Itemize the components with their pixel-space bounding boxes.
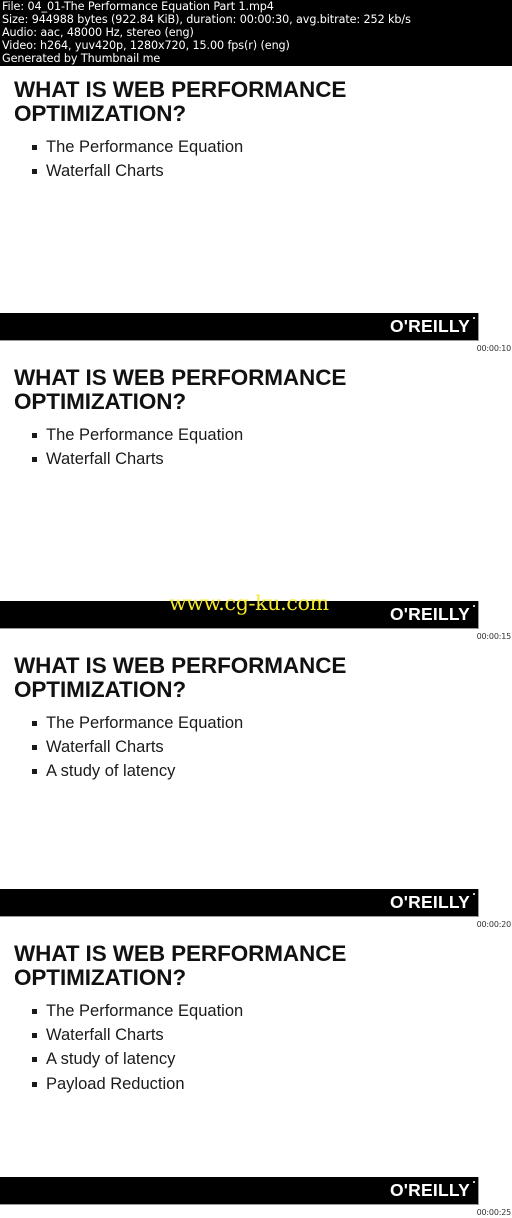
bullet-item: A study of latency [31,761,243,785]
bullet-list: The Performance Equation Waterfall Chart… [31,137,243,185]
bullet-text: A study of latency [46,1050,176,1069]
slide-title-line-1: WHAT IS WEB PERFORMANCE [14,653,347,678]
audio-info-line: Audio: aac, 48000 Hz, stereo (eng) [2,26,194,39]
bullet-text: The Performance Equation [46,1002,244,1020]
bullet-item: Waterfall Charts [31,737,243,761]
bullet-square-icon [32,745,37,751]
frame-timestamp: 00:00:20 [476,920,512,929]
bullet-text: The Performance Equation [46,138,244,156]
slide-title-line-1: WHAT IS WEB PERFORMANCE [14,77,347,102]
bullet-item: Waterfall Charts [31,449,243,473]
logo-text: O'REILLY [390,1180,470,1200]
trademark-icon [473,893,475,895]
frame-timestamp: 00:00:15 [476,632,512,641]
bullet-item: Waterfall Charts [31,161,243,185]
thumbnail-frame-1: WHAT IS WEB PERFORMANCE OPTIMIZATION? Th… [0,66,512,354]
trademark-icon [473,317,475,319]
bullet-list: The Performance Equation Waterfall Chart… [31,713,243,786]
slide-title-line-2: OPTIMIZATION? [14,677,187,702]
bullet-square-icon [32,1081,37,1087]
bullet-square-icon [32,169,37,175]
slide-title-line-1: WHAT IS WEB PERFORMANCE [14,365,347,390]
thumbnail-frame-4: WHAT IS WEB PERFORMANCE OPTIMIZATION? Th… [0,930,512,1218]
bullet-text: The Performance Equation [46,426,244,444]
bullet-square-icon [32,1009,37,1014]
slide-title: WHAT IS WEB PERFORMANCE OPTIMIZATION? [14,654,346,702]
generator-line: Generated by Thumbnail me [2,52,161,65]
logo-text: O'REILLY [390,892,470,912]
bullet-square-icon [32,433,37,438]
file-name-line: File: 04_01-The Performance Equation Par… [2,0,274,13]
bullet-text: Waterfall Charts [46,738,164,757]
bullet-square-icon [32,721,37,726]
bullet-text: Waterfall Charts [46,162,164,181]
frame-timestamp: 00:00:25 [476,1208,512,1217]
slide-title-line-1: WHAT IS WEB PERFORMANCE [14,941,347,966]
bullet-list: The Performance Equation Waterfall Chart… [31,1001,243,1098]
slide-title-line-2: OPTIMIZATION? [14,101,187,126]
bullet-text: Waterfall Charts [46,1026,164,1045]
slide-title: WHAT IS WEB PERFORMANCE OPTIMIZATION? [14,366,346,414]
trademark-icon [473,1181,475,1183]
oreilly-logo: O'REILLY [390,892,475,913]
bullet-item: The Performance Equation [31,713,243,737]
bullet-item: The Performance Equation [31,1001,243,1025]
video-info-line: Video: h264, yuv420p, 1280x720, 15.00 fp… [2,39,290,52]
bullet-text: Waterfall Charts [46,450,164,469]
thumbnail-frame-3: WHAT IS WEB PERFORMANCE OPTIMIZATION? Th… [0,642,512,930]
bullet-item: Waterfall Charts [31,1025,243,1049]
bullet-item: The Performance Equation [31,425,243,449]
bullet-item: The Performance Equation [31,137,243,161]
bullet-square-icon [32,1033,37,1039]
bullet-square-icon [32,457,37,463]
slide-title-line-2: OPTIMIZATION? [14,965,187,990]
frame-timestamp: 00:00:10 [476,344,512,353]
bullet-square-icon [32,145,37,150]
trademark-icon [473,605,475,607]
logo-text: O'REILLY [390,604,470,624]
bullet-item: Payload Reduction [31,1074,243,1098]
bullet-list: The Performance Equation Waterfall Chart… [31,425,243,473]
logo-text: O'REILLY [390,316,470,336]
oreilly-logo: O'REILLY [390,316,475,337]
footer-bar: O'REILLY [0,1177,479,1205]
oreilly-logo: O'REILLY [390,1180,475,1201]
watermark-text: www.cg-ku.com [169,591,329,615]
oreilly-logo: O'REILLY [390,604,475,625]
video-info-header: File: 04_01-The Performance Equation Par… [0,0,512,66]
footer-bar: O'REILLY [0,889,479,917]
slide-title: WHAT IS WEB PERFORMANCE OPTIMIZATION? [14,78,346,126]
bullet-text: A study of latency [46,762,176,781]
bullet-square-icon [32,1057,37,1063]
footer-bar: O'REILLY [0,313,479,341]
slide-title: WHAT IS WEB PERFORMANCE OPTIMIZATION? [14,942,346,990]
bullet-text: The Performance Equation [46,714,244,732]
bullet-square-icon [32,769,37,775]
bullet-item: A study of latency [31,1049,243,1073]
file-size-line: Size: 944988 bytes (922.84 KiB), duratio… [2,13,411,26]
slide-title-line-2: OPTIMIZATION? [14,389,187,414]
bullet-text: Payload Reduction [46,1074,185,1093]
